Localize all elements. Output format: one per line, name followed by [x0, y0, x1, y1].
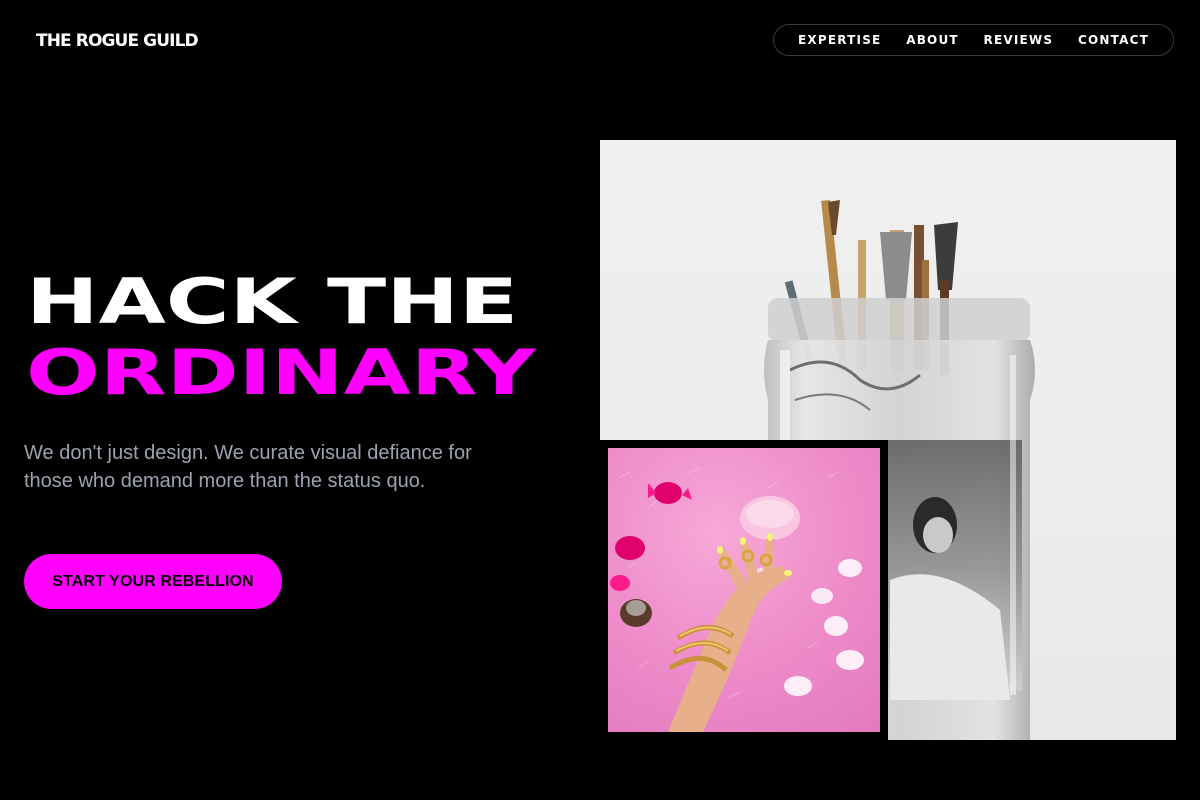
main-nav: EXPERTISE ABOUT REVIEWS CONTACT — [773, 24, 1174, 56]
jewelry-hand-photo — [608, 448, 880, 732]
nav-link-expertise[interactable]: EXPERTISE — [798, 33, 881, 47]
nav-link-contact[interactable]: CONTACT — [1078, 33, 1149, 47]
nav-link-reviews[interactable]: REVIEWS — [984, 33, 1054, 47]
landing-page: THE ROGUE GUILD EXPERTISE ABOUT REVIEWS … — [0, 0, 1200, 800]
start-rebellion-button[interactable]: START YOUR REBELLION — [24, 554, 282, 609]
hero-title-line-2: ORDINARY — [26, 336, 536, 409]
hero-subtitle: We don't just design. We curate visual d… — [24, 442, 472, 492]
hero-title: HACK THE ORDINARY — [26, 266, 536, 408]
hero-title-line-1: HACK THE — [26, 265, 519, 338]
nav-link-about[interactable]: ABOUT — [906, 33, 959, 47]
logo[interactable]: THE ROGUE GUILD — [36, 30, 199, 52]
